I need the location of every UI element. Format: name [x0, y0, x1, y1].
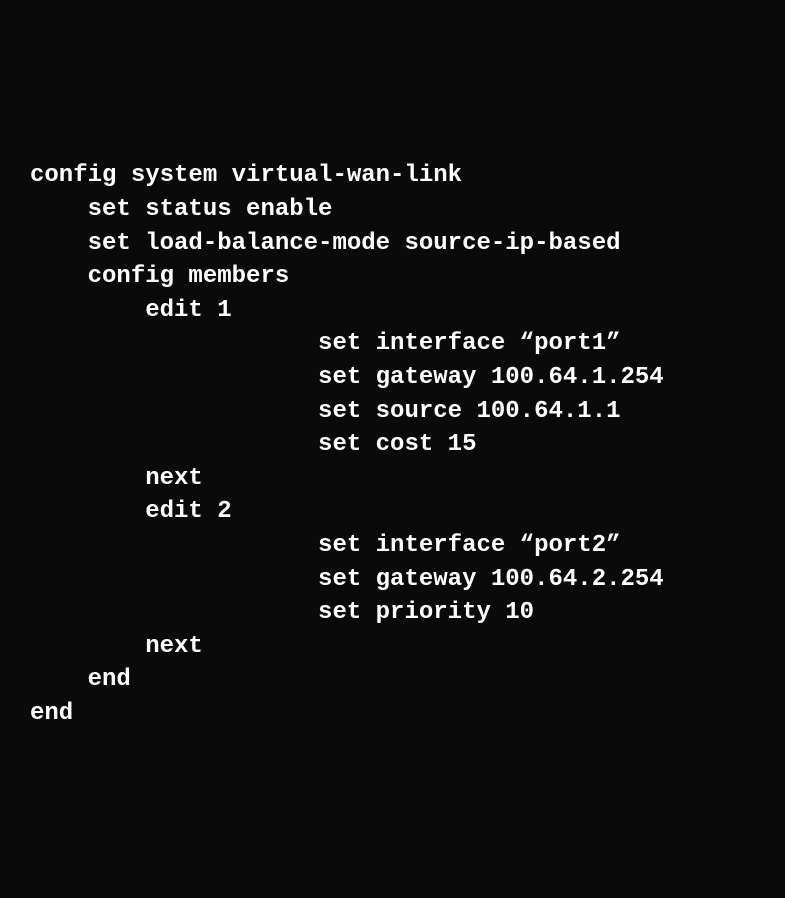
config-line: end [30, 697, 755, 731]
config-line: end [30, 663, 755, 697]
config-line: config members [30, 260, 755, 294]
config-line: next [30, 462, 755, 496]
config-line: config system virtual-wan-link [30, 159, 755, 193]
config-line: edit 1 [30, 294, 755, 328]
config-line: set source 100.64.1.1 [30, 395, 755, 429]
config-line: set interface “port1” [30, 327, 755, 361]
config-line: set gateway 100.64.2.254 [30, 563, 755, 597]
config-line: set cost 15 [30, 428, 755, 462]
terminal-output: config system virtual-wan-link set statu… [30, 159, 755, 730]
config-line: set gateway 100.64.1.254 [30, 361, 755, 395]
config-line: next [30, 630, 755, 664]
config-line: set priority 10 [30, 596, 755, 630]
config-line: edit 2 [30, 495, 755, 529]
config-line: set load-balance-mode source-ip-based [30, 227, 755, 261]
config-line: set interface “port2” [30, 529, 755, 563]
config-line: set status enable [30, 193, 755, 227]
